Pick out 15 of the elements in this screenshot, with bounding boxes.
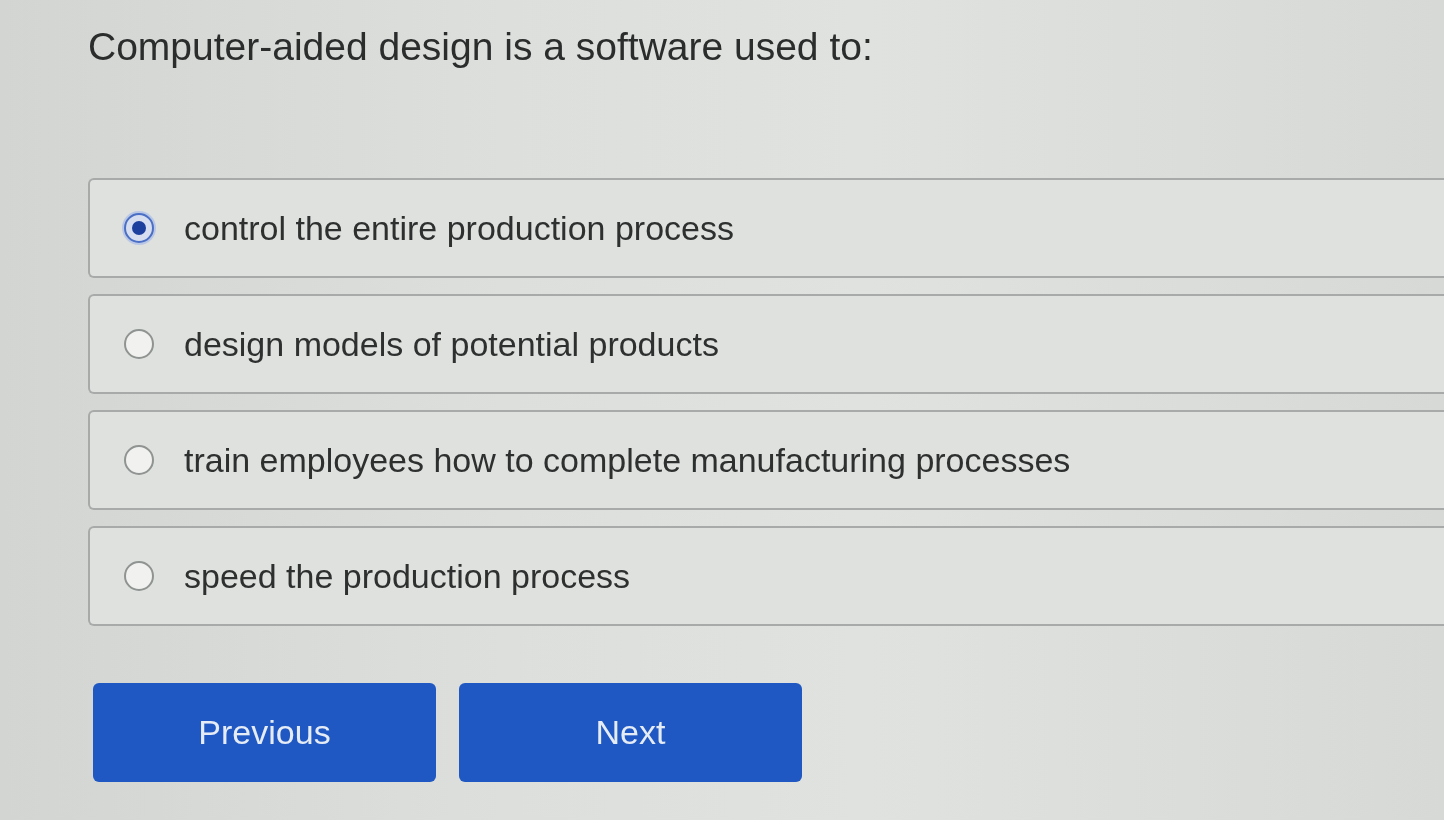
radio-icon[interactable] (124, 561, 154, 591)
previous-button[interactable]: Previous (93, 683, 436, 782)
option-label: speed the production process (184, 556, 631, 596)
question-text: Computer-aided design is a software used to: (88, 24, 874, 70)
answer-option[interactable]: train employees how to complete manufacturing processes (88, 410, 1444, 510)
radio-icon[interactable] (124, 445, 154, 475)
option-label: train employees how to complete manufacturing processes (184, 440, 1071, 480)
next-button[interactable]: Next (459, 683, 802, 782)
answer-option[interactable]: design models of potential products (88, 294, 1444, 394)
radio-icon[interactable] (124, 329, 154, 359)
option-label: design models of potential products (184, 324, 719, 364)
answer-option[interactable]: control the entire production process (88, 178, 1444, 278)
answer-option[interactable]: speed the production process (88, 526, 1444, 626)
option-label: control the entire production process (184, 208, 734, 248)
radio-selected-icon[interactable] (124, 213, 154, 243)
